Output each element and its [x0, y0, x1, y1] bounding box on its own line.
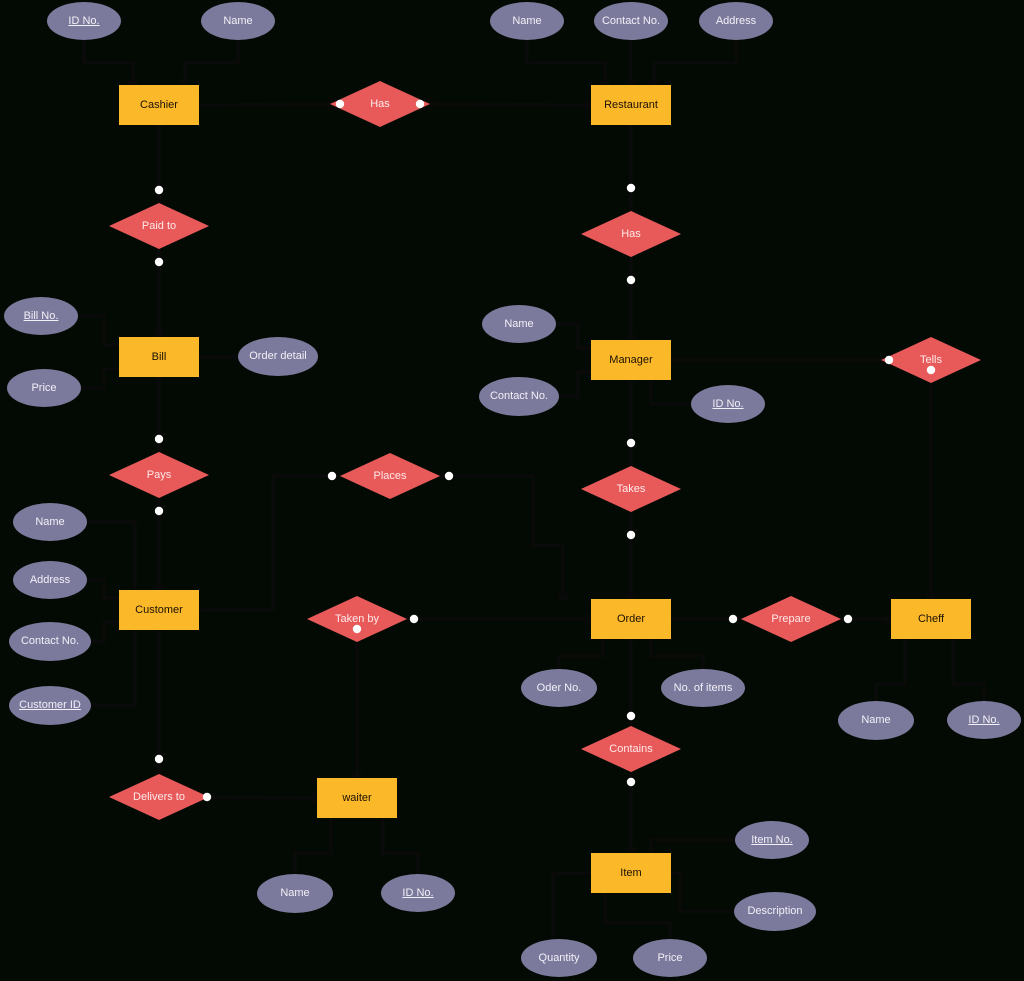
- junction-dot-layer: [154, 99, 936, 802]
- er-diagram-canvas: Cashier Restaurant Bill Manager Customer Orde…: [0, 0, 1024, 981]
